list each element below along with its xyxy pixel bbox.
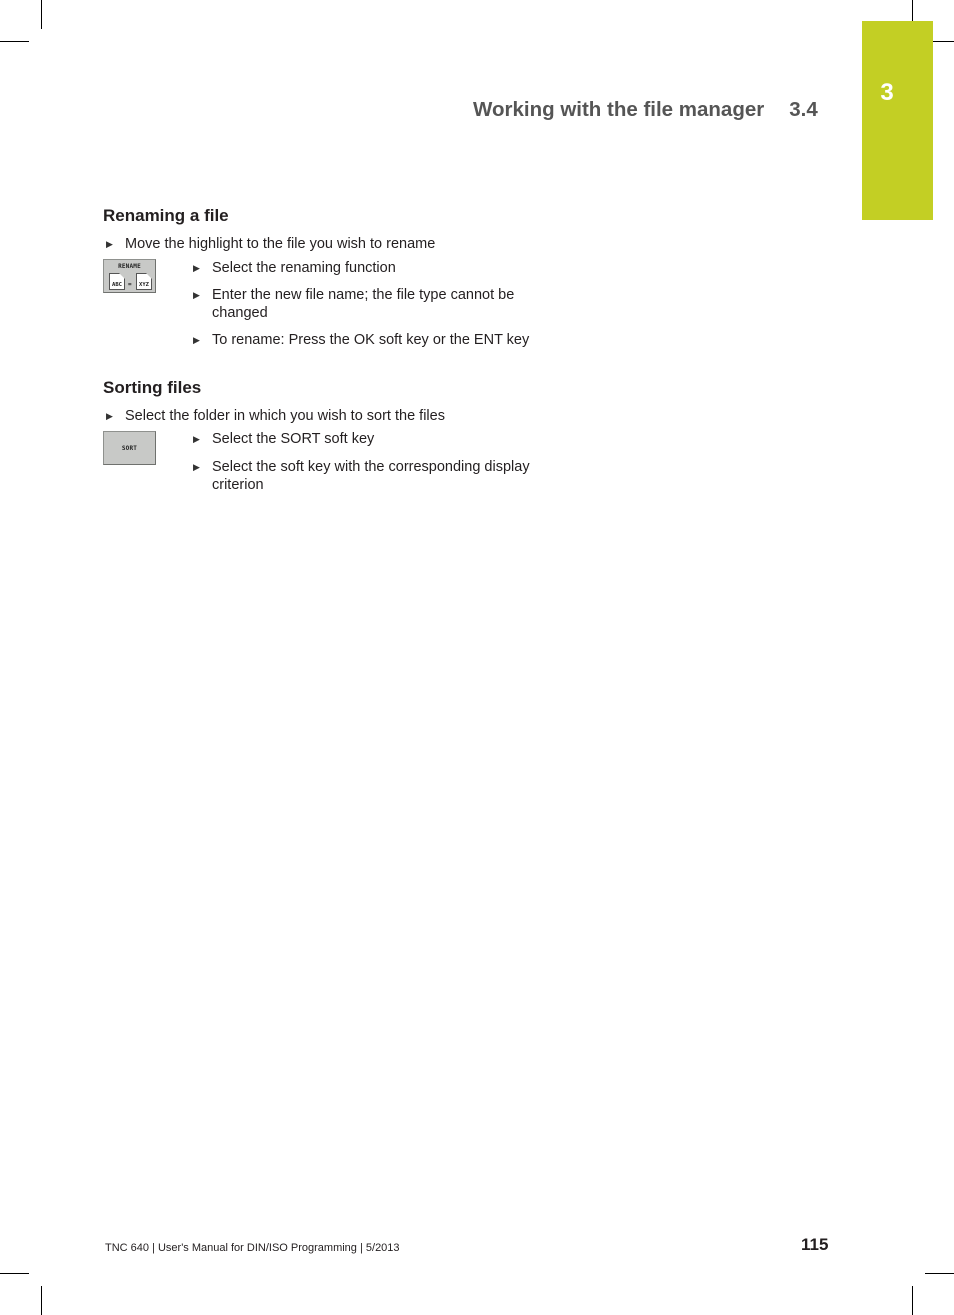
bullet-arrow-icon: ▶ (106, 411, 113, 421)
footer-text: TNC 640 | User's Manual for DIN/ISO Prog… (105, 1242, 400, 1254)
equals-sign: = (128, 281, 132, 288)
crop-mark (0, 1273, 29, 1274)
bullet-arrow-icon: ▶ (193, 263, 200, 273)
running-head-section: 3.4 (789, 98, 818, 121)
crop-mark (933, 41, 954, 42)
softkey-label: SORT (121, 445, 138, 452)
step-item: ▶ Select the SORT soft key (193, 430, 538, 448)
file-fold (119, 273, 125, 279)
bullet-item: ▶ Move the highlight to the file you wis… (106, 235, 546, 253)
softkey-label: RENAME (118, 263, 141, 270)
step-item: ▶ Select the soft key with the correspon… (193, 458, 538, 494)
running-head: Working with the file manager 3.4 (473, 98, 818, 122)
crop-mark (41, 0, 42, 29)
bullet-arrow-icon: ▶ (106, 239, 113, 249)
crop-mark (912, 1286, 913, 1315)
step-text: Select the renaming function (212, 260, 396, 276)
bullet-arrow-icon: ▶ (193, 462, 200, 472)
step-item: ▶ To rename: Press the OK soft key or th… (193, 331, 538, 349)
file-name-new: XYZ (139, 282, 149, 288)
step-text: Enter the new file name; the file type c… (212, 287, 515, 321)
running-head-title: Working with the file manager (473, 98, 765, 121)
crop-mark (912, 0, 913, 21)
crop-mark (0, 41, 29, 42)
bullet-arrow-icon: ▶ (193, 434, 200, 444)
bullet-text: Move the highlight to the file you wish … (125, 236, 436, 252)
file-fold (146, 273, 152, 279)
step-text: To rename: Press the OK soft key or the … (212, 332, 530, 348)
step-text: Select the SORT soft key (212, 431, 375, 447)
chapter-number: 3 (880, 79, 894, 106)
section-heading-renaming: Renaming a file (103, 206, 229, 225)
step-item: ▶ Select the renaming function (193, 259, 538, 277)
step-text: Select the soft key with the correspondi… (212, 459, 530, 493)
bullet-arrow-icon: ▶ (193, 290, 200, 300)
file-icon: ABC (109, 273, 125, 290)
page-number: 115 (801, 1235, 829, 1254)
file-icon: XYZ (136, 273, 152, 290)
rename-softkey[interactable]: RENAME ABC = XYZ (103, 259, 156, 293)
bullet-item: ▶ Select the folder in which you wish to… (106, 407, 546, 425)
section-heading-sorting: Sorting files (103, 378, 202, 397)
chapter-tab: 3 (862, 21, 933, 220)
sort-softkey[interactable]: SORT (103, 431, 156, 465)
bullet-arrow-icon: ▶ (193, 335, 200, 345)
file-name-old: ABC (112, 282, 122, 288)
bullet-text: Select the folder in which you wish to s… (125, 408, 445, 424)
step-item: ▶ Enter the new file name; the file type… (193, 286, 538, 322)
crop-mark (41, 1286, 42, 1315)
crop-mark (925, 1273, 954, 1274)
